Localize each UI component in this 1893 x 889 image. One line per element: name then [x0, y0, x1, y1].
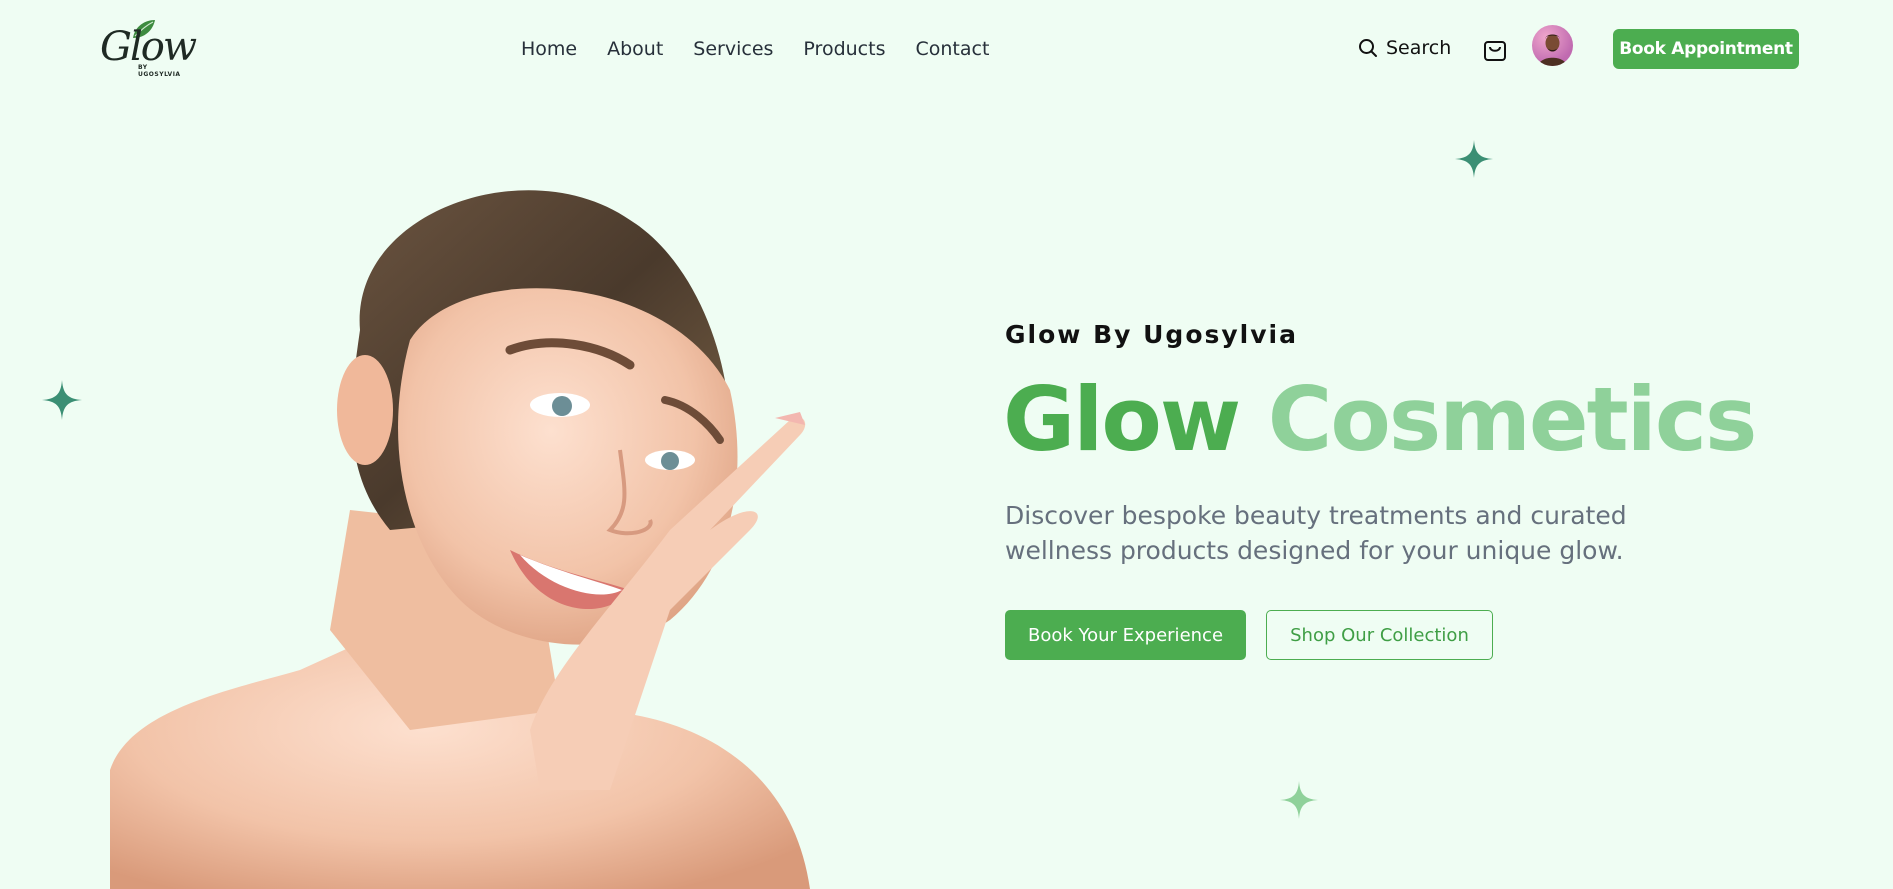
hero-headline: Glow Cosmetics	[1003, 371, 1757, 469]
headline-word-cosmetics: Cosmetics	[1267, 368, 1758, 471]
avatar-portrait	[1538, 34, 1567, 66]
search-button[interactable]: Search	[1358, 37, 1451, 59]
nav-home[interactable]: Home	[521, 38, 577, 60]
user-avatar[interactable]	[1532, 25, 1573, 66]
nav-services[interactable]: Services	[693, 38, 773, 60]
logo-subtext: BY UGOSYLVIA	[138, 64, 181, 78]
sparkle-icon	[1455, 140, 1493, 178]
site-header: Glow BY UGOSYLVIA Home About Services Pr…	[0, 0, 1893, 100]
brand-logo[interactable]: Glow BY UGOSYLVIA	[98, 16, 197, 78]
shop-collection-button[interactable]: Shop Our Collection	[1266, 610, 1493, 660]
hero-model-image	[110, 190, 810, 889]
headline-word-glow: Glow	[1003, 368, 1241, 471]
shopping-bag-icon[interactable]	[1483, 36, 1507, 62]
nav-products[interactable]: Products	[803, 38, 885, 60]
nav-about[interactable]: About	[607, 38, 663, 60]
main-nav: Home About Services Products Contact	[521, 38, 989, 60]
hero-eyebrow: Glow By Ugosylvia	[1005, 320, 1298, 349]
hero-description: Discover bespoke beauty treatments and c…	[1005, 501, 1627, 565]
nav-contact[interactable]: Contact	[915, 38, 989, 60]
book-experience-button[interactable]: Book Your Experience	[1005, 610, 1246, 660]
search-label: Search	[1386, 37, 1452, 59]
book-appointment-button[interactable]: Book Appointment	[1613, 29, 1799, 69]
sparkle-icon	[42, 380, 82, 420]
search-icon	[1359, 39, 1377, 57]
sparkle-icon	[1280, 781, 1318, 819]
